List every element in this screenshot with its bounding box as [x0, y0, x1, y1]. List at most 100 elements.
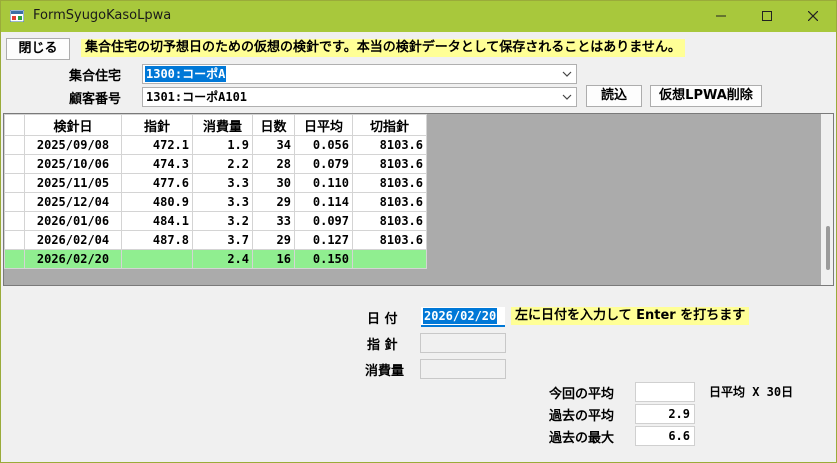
app-icon	[10, 10, 24, 22]
close-button[interactable]: 閉じる	[6, 38, 70, 60]
cell-cutoff[interactable]: 8103.6	[352, 230, 427, 250]
cell-usage[interactable]: 3.3	[192, 173, 253, 193]
close-icon	[807, 10, 819, 22]
cell-cutoff[interactable]: 8103.6	[352, 154, 427, 174]
customer-select-value: 1301:コーポA101	[146, 90, 248, 104]
title-bar[interactable]: FormSyugoKasoLpwa	[1, 1, 836, 32]
row-header[interactable]	[4, 154, 25, 174]
main-window: FormSyugoKasoLpwa 閉じる 集合住宅の切予想日のための仮想の検針…	[0, 0, 837, 463]
current-avg-note: 日平均 X 30日	[709, 385, 794, 399]
cell-daily-avg[interactable]: 0.110	[294, 173, 353, 193]
cell-date[interactable]: 2026/02/20	[24, 249, 122, 269]
table-row[interactable]: 2025/12/04 480.9 3.3 29 0.114 8103.6	[4, 192, 427, 212]
current-avg-label: 今回の平均	[549, 387, 615, 402]
load-button[interactable]: 読込	[586, 85, 642, 107]
maximize-button[interactable]	[744, 1, 790, 32]
maximize-icon	[762, 11, 772, 21]
cell-daily-avg[interactable]: 0.114	[294, 192, 353, 212]
date-label: 日 付	[367, 312, 398, 327]
date-input-value: 2026/02/20	[423, 308, 498, 324]
cell-usage[interactable]: 3.2	[192, 211, 253, 231]
table-row-virtual[interactable]: 2026/02/20 2.4 16 0.150	[4, 249, 427, 269]
cell-date[interactable]: 2026/02/04	[24, 230, 122, 250]
delete-lpwa-button[interactable]: 仮想LPWA削除	[650, 85, 762, 107]
table-row[interactable]: 2025/11/05 477.6 3.3 30 0.110 8103.6	[4, 173, 427, 193]
cell-daily-avg[interactable]: 0.056	[294, 135, 353, 155]
cell-usage[interactable]: 2.2	[192, 154, 253, 174]
column-header[interactable]: 検針日	[24, 114, 122, 136]
cell-usage[interactable]: 3.3	[192, 192, 253, 212]
cell-daily-avg[interactable]: 0.079	[294, 154, 353, 174]
column-header[interactable]: 日数	[252, 114, 295, 136]
date-input[interactable]: 2026/02/20	[421, 307, 505, 327]
table-row[interactable]: 2026/02/04 487.8 3.7 29 0.127 8103.6	[4, 230, 427, 250]
usage-label: 消費量	[365, 364, 405, 379]
cell-date[interactable]: 2025/09/08	[24, 135, 122, 155]
minimize-button[interactable]	[698, 1, 744, 32]
close-window-button[interactable]	[790, 1, 836, 32]
row-header-corner	[4, 114, 25, 136]
column-header[interactable]: 日平均	[294, 114, 353, 136]
cell-cutoff[interactable]	[352, 249, 427, 269]
cell-daily-avg[interactable]: 0.097	[294, 211, 353, 231]
cell-days[interactable]: 16	[252, 249, 295, 269]
scrollbar-thumb[interactable]	[826, 226, 830, 270]
table-row[interactable]: 2026/01/06 484.1 3.2 33 0.097 8103.6	[4, 211, 427, 231]
cell-usage[interactable]: 1.9	[192, 135, 253, 155]
cell-date[interactable]: 2025/11/05	[24, 173, 122, 193]
date-hint: 左に日付を入力して Enter を打ちます	[511, 307, 750, 325]
chevron-down-icon	[562, 94, 572, 100]
column-header[interactable]: 消費量	[192, 114, 253, 136]
cell-usage[interactable]: 3.7	[192, 230, 253, 250]
vertical-scrollbar[interactable]	[821, 114, 833, 285]
cell-reading[interactable]: 480.9	[121, 192, 193, 212]
meter-reading-grid[interactable]: 検針日 指針 消費量 日数 日平均 切指針 2025/09/08 472.1 1…	[3, 113, 834, 286]
complex-select[interactable]: 1300:コーポA	[142, 64, 577, 84]
notice-banner: 集合住宅の切予想日のための仮想の検針です。本当の検針データとして保存されることは…	[81, 39, 685, 57]
row-header[interactable]	[4, 173, 25, 193]
cell-cutoff[interactable]: 8103.6	[352, 211, 427, 231]
cell-days[interactable]: 30	[252, 173, 295, 193]
cell-days[interactable]: 28	[252, 154, 295, 174]
complex-select-value: 1300:コーポA	[145, 66, 227, 82]
cell-reading[interactable]: 472.1	[121, 135, 193, 155]
customer-select[interactable]: 1301:コーポA101	[142, 87, 577, 107]
row-header[interactable]	[4, 135, 25, 155]
window-title: FormSyugoKasoLpwa	[33, 8, 172, 23]
cell-cutoff[interactable]: 8103.6	[352, 192, 427, 212]
cell-days[interactable]: 29	[252, 192, 295, 212]
row-header[interactable]	[4, 192, 25, 212]
table-row[interactable]: 2025/09/08 472.1 1.9 34 0.056 8103.6	[4, 135, 427, 155]
row-header[interactable]	[4, 230, 25, 250]
row-header[interactable]	[4, 211, 25, 231]
column-header[interactable]: 切指針	[352, 114, 427, 136]
minimize-icon	[716, 15, 726, 17]
cell-reading[interactable]: 474.3	[121, 154, 193, 174]
cell-reading[interactable]: 484.1	[121, 211, 193, 231]
reading-field[interactable]	[420, 333, 506, 353]
cell-daily-avg[interactable]: 0.127	[294, 230, 353, 250]
cell-reading[interactable]	[121, 249, 193, 269]
cell-date[interactable]: 2025/12/04	[24, 192, 122, 212]
cell-days[interactable]: 34	[252, 135, 295, 155]
cell-cutoff[interactable]: 8103.6	[352, 135, 427, 155]
cell-daily-avg[interactable]: 0.150	[294, 249, 353, 269]
cell-reading[interactable]: 477.6	[121, 173, 193, 193]
past-max-label: 過去の最大	[549, 431, 615, 446]
past-avg-label: 過去の平均	[549, 409, 615, 424]
cell-date[interactable]: 2025/10/06	[24, 154, 122, 174]
row-header[interactable]	[4, 249, 25, 269]
cell-date[interactable]: 2026/01/06	[24, 211, 122, 231]
cell-reading[interactable]: 487.8	[121, 230, 193, 250]
reading-label: 指 針	[367, 338, 398, 353]
customer-label: 顧客番号	[69, 92, 122, 107]
cell-usage[interactable]: 2.4	[192, 249, 253, 269]
cell-cutoff[interactable]: 8103.6	[352, 173, 427, 193]
column-header[interactable]: 指針	[121, 114, 193, 136]
current-avg-field	[635, 382, 695, 402]
usage-field[interactable]	[420, 359, 506, 379]
cell-days[interactable]: 29	[252, 230, 295, 250]
cell-days[interactable]: 33	[252, 211, 295, 231]
table-row[interactable]: 2025/10/06 474.3 2.2 28 0.079 8103.6	[4, 154, 427, 174]
complex-label: 集合住宅	[69, 69, 122, 84]
